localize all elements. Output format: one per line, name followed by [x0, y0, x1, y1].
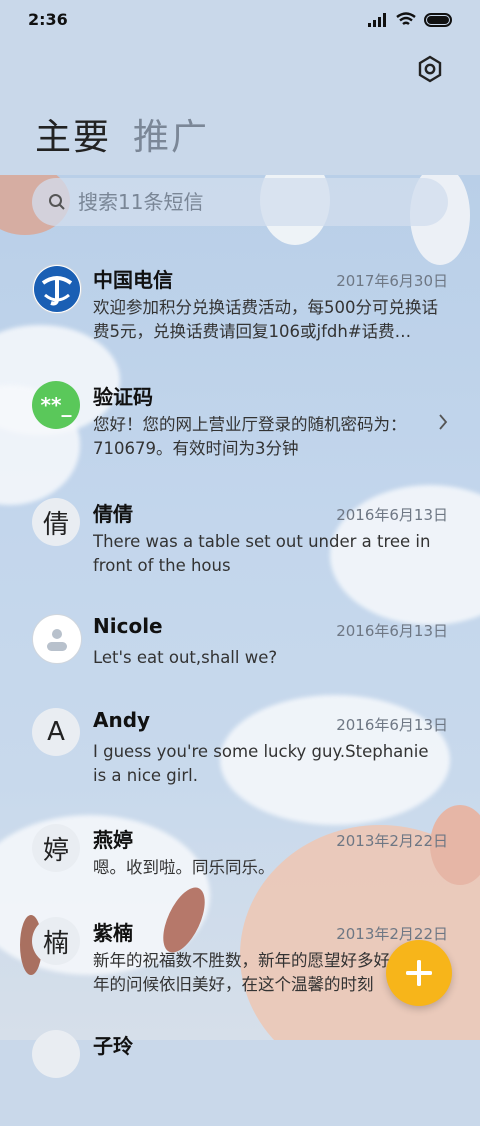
china-telecom-logo-icon [32, 264, 82, 314]
conversation-row-telecom[interactable]: 中国电信 2017年6月30日 欢迎参加积分兑换话费活动，每500分可兑换话费5… [0, 250, 480, 360]
contact-name: Nicole [93, 614, 163, 638]
verification-code-avatar: **_ [32, 381, 80, 429]
new-message-button[interactable] [386, 940, 452, 1006]
message-preview: Let's eat out,shall we? [93, 648, 278, 667]
contact-avatar: 婷 [32, 824, 80, 872]
status-bar: 2:36 [0, 0, 480, 40]
search-input[interactable] [76, 189, 410, 215]
contact-name: 紫楠 [93, 921, 133, 945]
person-icon [32, 614, 82, 664]
contact-avatar: 倩 [32, 498, 80, 546]
message-date: 2013年2月22日 [336, 925, 448, 943]
message-date: 2017年6月30日 [336, 272, 448, 290]
wifi-icon [396, 12, 416, 25]
message-preview: 欢迎参加积分兑换话费活动，每500分可兑换话费5元，兑换话费请回复106或jfd… [93, 298, 438, 341]
message-preview: There was a table set out under a tree i… [93, 532, 431, 575]
conversation-row-qianqian[interactable]: 倩 倩倩 2016年6月13日 There was a table set ou… [0, 484, 480, 594]
message-preview: I guess you're some lucky guy.Stephanie … [93, 742, 429, 785]
contact-name: 中国电信 [93, 268, 173, 292]
message-date: 2016年6月13日 [336, 506, 448, 524]
tab-primary[interactable]: 主要 [35, 108, 111, 160]
settings-gear-icon[interactable] [416, 55, 444, 83]
contact-avatar: A [32, 708, 80, 756]
search-icon [49, 194, 65, 210]
tab-promotions[interactable]: 推广 [133, 108, 209, 160]
message-preview: 您好！您的网上营业厅登录的随机密码为：710679。有效时间为3分钟 [93, 415, 407, 458]
app-header: 2:36 主要 推广 [0, 0, 480, 175]
message-date: 2016年6月13日 [336, 716, 448, 734]
chevron-right-icon[interactable] [438, 413, 448, 431]
clock: 2:36 [28, 10, 68, 29]
contact-name: 验证码 [93, 385, 153, 409]
search-bar[interactable] [32, 178, 448, 226]
contact-name: Andy [93, 708, 151, 732]
conversation-row-verification[interactable]: **_ 验证码 您好！您的网上营业厅登录的随机密码为：710679。有效时间为3… [0, 367, 480, 477]
message-preview: 嗯。收到啦。同乐同乐。 [93, 858, 275, 877]
contact-avatar: 楠 [32, 917, 80, 965]
conversation-row-andy[interactable]: A Andy 2016年6月13日 I guess you're some lu… [0, 694, 480, 804]
contact-avatar [32, 1030, 80, 1078]
contact-name: 倩倩 [93, 502, 133, 526]
message-date: 2013年2月22日 [336, 832, 448, 850]
contact-name: 燕婷 [93, 828, 133, 852]
signal-icon [368, 12, 386, 27]
plus-icon [406, 960, 432, 986]
battery-icon [424, 12, 452, 27]
contact-name: 子玲 [93, 1034, 133, 1058]
conversation-row-ziling[interactable]: 子玲 [0, 1016, 480, 1126]
message-date: 2016年6月13日 [336, 622, 448, 640]
